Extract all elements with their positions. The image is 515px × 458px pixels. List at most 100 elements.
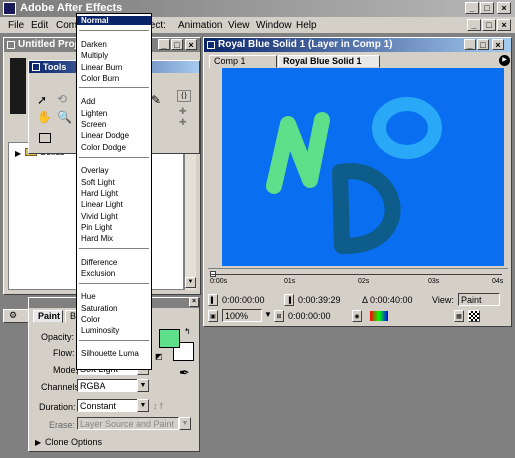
project-close-button[interactable]: ×	[185, 39, 197, 50]
hand-tool-icon[interactable]: ✋	[37, 110, 52, 124]
paint-close-button[interactable]: ×	[189, 297, 199, 307]
blend-silhouette-luma[interactable]: Silhouette Luma	[81, 349, 139, 358]
duration-dropdown-icon[interactable]: ▼	[137, 399, 149, 412]
set-in-icon[interactable]: ▌	[208, 294, 218, 306]
blend-overlay[interactable]: Overlay	[81, 166, 109, 175]
blend-add[interactable]: Add	[81, 97, 95, 106]
selection-tool-icon[interactable]: ➚	[37, 93, 47, 107]
brush-tool-icon[interactable]: ✎	[151, 93, 161, 107]
channels-select[interactable]: RGBA	[77, 379, 139, 392]
puzzle-icon[interactable]: ⚙	[9, 310, 17, 321]
blend-hard-light[interactable]: Hard Light	[81, 189, 118, 198]
blend-soft-light[interactable]: Soft Light	[81, 178, 115, 187]
project-minimize-button[interactable]: _	[158, 39, 170, 50]
clone-expand-icon[interactable]: ▶	[35, 438, 41, 447]
work-area-bar[interactable]	[210, 274, 502, 275]
channels-dropdown-icon[interactable]: ▼	[137, 379, 149, 392]
window-icon	[207, 41, 215, 49]
blend-saturation[interactable]: Saturation	[81, 304, 117, 313]
blend-linear-burn[interactable]: Linear Burn	[81, 63, 122, 72]
always-preview-icon[interactable]: ▣	[208, 310, 218, 322]
comp-minimize-button[interactable]: _	[464, 39, 476, 50]
menu-view[interactable]: View	[228, 20, 250, 31]
blend-normal[interactable]: Normal	[77, 16, 151, 25]
tab-comp-1[interactable]: Comp 1	[209, 55, 277, 68]
ruler-label-0: 0:00s	[210, 278, 228, 285]
view-select[interactable]: Paint	[458, 293, 500, 306]
app-logo-icon	[3, 2, 16, 15]
transparency-grid-icon[interactable]	[468, 310, 480, 322]
menu-edit[interactable]: Edit	[31, 20, 48, 31]
tab-label: Royal Blue Solid 1	[283, 56, 362, 66]
foreground-color-swatch[interactable]	[159, 329, 180, 348]
comp-canvas[interactable]	[222, 68, 504, 266]
current-time[interactable]: 0:00:00:00	[288, 311, 331, 321]
erase-label: Erase:	[49, 420, 76, 430]
erase-dropdown-icon[interactable]: ▼	[179, 417, 191, 430]
blend-linear-light[interactable]: Linear Light	[81, 200, 123, 209]
close-button[interactable]: ×	[497, 2, 511, 14]
timeline-strip: ⚙	[3, 309, 30, 323]
pin-tool-icon[interactable]: ✚	[179, 106, 187, 117]
menu-window[interactable]: Window	[256, 20, 292, 31]
blend-color[interactable]: Color	[81, 315, 100, 324]
blend-multiply[interactable]: Multiply	[81, 51, 108, 60]
blend-linear-dodge[interactable]: Linear Dodge	[81, 131, 129, 140]
project-maximize-button[interactable]: □	[171, 39, 183, 50]
duration-select[interactable]: Constant	[77, 399, 139, 412]
zoom-select[interactable]: 100%	[222, 309, 262, 322]
maximize-button[interactable]: □	[480, 2, 494, 14]
menu-help[interactable]: Help	[296, 20, 317, 31]
blend-color-burn[interactable]: Color Burn	[81, 74, 119, 83]
doc-close-button[interactable]: ×	[497, 19, 511, 31]
grid-icon[interactable]: ▦	[454, 310, 464, 322]
mask-tool-icon[interactable]	[39, 133, 51, 143]
snapshot-icon[interactable]: ⊞	[274, 310, 284, 322]
tab-paint[interactable]: Paint	[33, 310, 63, 323]
blend-screen[interactable]: Screen	[81, 120, 106, 129]
set-out-icon[interactable]: ▐	[284, 294, 294, 306]
blend-luminosity[interactable]: Luminosity	[81, 326, 119, 335]
zoom-dropdown-icon[interactable]: ▼	[264, 310, 272, 319]
channel-icon[interactable]	[370, 311, 388, 321]
blend-color-dodge[interactable]: Color Dodge	[81, 143, 126, 152]
rotate-tool-icon[interactable]: ⟲	[57, 92, 67, 106]
blend-darken[interactable]: Darken	[81, 40, 107, 49]
clone-options-label[interactable]: Clone Options	[45, 437, 102, 447]
doc-restore-button[interactable]: □	[482, 19, 496, 31]
menu-file[interactable]: File	[8, 20, 24, 31]
doc-minimize-button[interactable]: _	[467, 19, 481, 31]
pin-tool-2-icon[interactable]: ✚	[179, 117, 187, 128]
timecode-in[interactable]: 0:00:00:00	[222, 295, 265, 305]
swap-colors-icon[interactable]: ↰	[184, 327, 191, 336]
menu-animation[interactable]: Animation	[178, 20, 222, 31]
comp-maximize-button[interactable]: □	[477, 39, 489, 50]
blend-hard-mix[interactable]: Hard Mix	[81, 234, 113, 243]
timecode-out[interactable]: 0:00:39:29	[298, 295, 341, 305]
ruler-label-4: 04s	[492, 278, 504, 285]
ruler-label-3: 03s	[428, 278, 440, 285]
expand-arrow-icon[interactable]: ▶	[15, 149, 21, 158]
blend-pin-light[interactable]: Pin Light	[81, 223, 112, 232]
minimize-button[interactable]: _	[465, 2, 479, 14]
tab-royal-blue-solid[interactable]: Royal Blue Solid 1	[278, 55, 380, 68]
panel-menu-icon[interactable]: ▶	[499, 55, 510, 66]
opacity-label: Opacity:	[41, 332, 75, 342]
axis-mode-icon[interactable]: ⟨⟩	[177, 90, 191, 102]
camera-icon[interactable]: ◉	[352, 310, 362, 322]
blend-difference[interactable]: Difference	[81, 258, 117, 267]
default-colors-icon[interactable]: ◩	[155, 352, 163, 361]
window-icon	[32, 63, 40, 71]
project-scrollbar[interactable]: ▲ ▼	[184, 142, 196, 290]
comp-close-button[interactable]: ×	[492, 39, 504, 50]
blend-vivid-light[interactable]: Vivid Light	[81, 212, 118, 221]
blend-exclusion[interactable]: Exclusion	[81, 269, 115, 278]
blend-hue[interactable]: Hue	[81, 292, 96, 301]
tab-label: Comp 1	[214, 56, 246, 66]
erase-select[interactable]: Layer Source and Paint	[77, 417, 179, 430]
time-ruler[interactable]: 0:00s 01s 02s 03s 04s	[208, 268, 508, 286]
zoom-tool-icon[interactable]: 🔍	[57, 110, 72, 124]
blend-lighten[interactable]: Lighten	[81, 109, 107, 118]
eyedropper-icon[interactable]: ✒	[179, 365, 190, 381]
scroll-down-icon[interactable]: ▼	[185, 277, 196, 288]
